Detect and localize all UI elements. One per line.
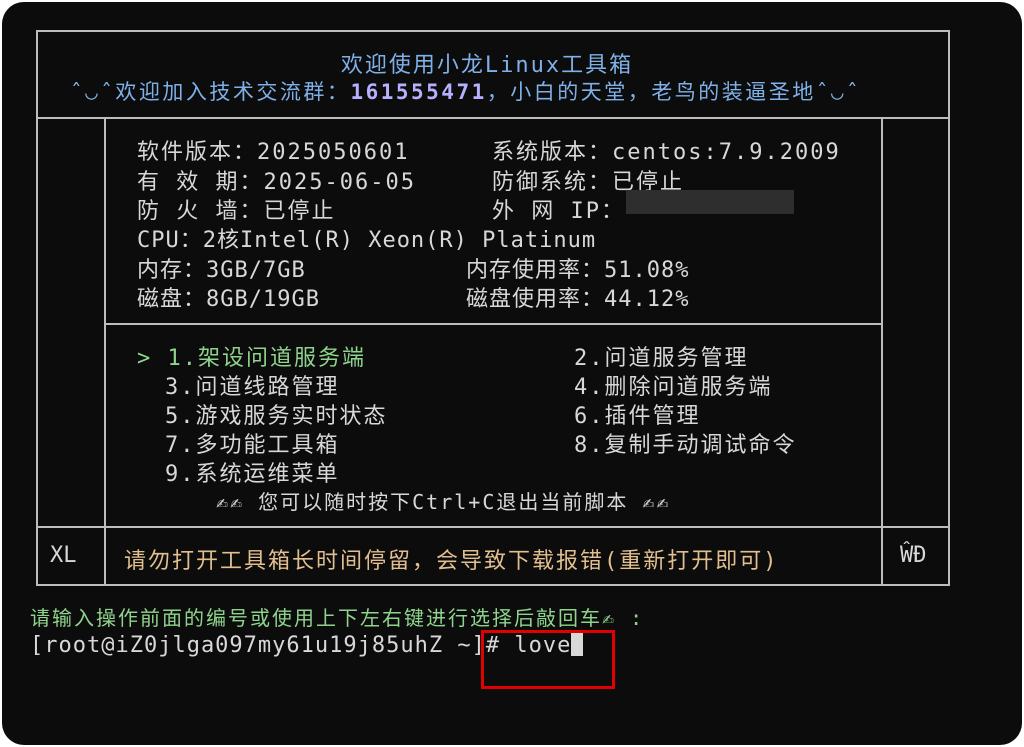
software-version-row: 软件版本：2025050601 [137, 134, 409, 166]
menu-item-6[interactable]: 6.插件管理 [574, 398, 701, 430]
menu-item-7[interactable]: 7.多功能工具箱 [165, 427, 340, 459]
menu-selector-icon: > [137, 346, 153, 371]
public-ip-label: 外 网 IP： [492, 199, 625, 224]
validity-row: 有 效 期：2025-06-05 [137, 164, 416, 196]
highlight-box [481, 630, 615, 689]
cpu-value: 2核Intel(R) Xeon(R) Platinum [202, 228, 597, 253]
disk-value: 8GB/19GB [206, 287, 320, 312]
menu-item-1-label: 1.架设问道服务端 [167, 346, 366, 371]
menu-item-5[interactable]: 5.游戏服务实时状态 [165, 398, 388, 430]
group-number: 161555471 [350, 80, 487, 104]
memory-usage-row: 内存使用率：51.08% [466, 252, 690, 284]
ctrl-c-hint: ✍✍ 您可以随时按下Ctrl+C退出当前脚本 ✍✍ [216, 490, 671, 514]
system-version-row: 系统版本：centos:7.9.2009 [492, 134, 841, 166]
frame-right-inner [881, 119, 883, 586]
firewall-label: 防 火 墙： [137, 199, 264, 224]
menu-item-4[interactable]: 4.删除问道服务端 [574, 369, 773, 401]
divider-menu [104, 323, 882, 325]
disk-label: 磁盘： [137, 287, 207, 312]
memory-value: 3GB/7GB [206, 258, 306, 283]
disk-usage-row: 磁盘使用率：44.12% [466, 281, 690, 313]
validity-value: 2025-06-05 [263, 170, 416, 195]
welcome-prefix: ˆ◡ˆ欢迎加入技术交流群： [70, 80, 351, 104]
divider-header [36, 117, 950, 119]
footer-warning: 请勿打开工具箱长时间停留，会导致下载报错(重新打开即可) [124, 549, 779, 574]
menu-item-1[interactable]: > 1.架设问道服务端 [137, 340, 366, 372]
cpu-row: CPU：2核Intel(R) Xeon(R) Platinum [137, 222, 596, 254]
disk-usage-label: 磁盘使用率： [466, 287, 605, 312]
menu-item-2[interactable]: 2.问道服务管理 [574, 340, 749, 372]
memory-usage-label: 内存使用率： [466, 258, 605, 283]
software-version-label: 软件版本： [137, 140, 258, 165]
footer-left-tag: XL [50, 543, 77, 568]
disk-row: 磁盘：8GB/19GB [137, 281, 320, 313]
firewall-row: 防 火 墙：已停止 [137, 193, 336, 225]
defense-label: 防御系统： [492, 170, 613, 195]
memory-usage-value: 51.08% [604, 258, 690, 283]
frame-left-inner [104, 119, 106, 586]
welcome-line: ˆ◡ˆ欢迎加入技术交流群：161555471，小白的天堂，老鸟的装逼圣地ˆ◡ˆ [70, 76, 861, 106]
welcome-suffix: ，小白的天堂，老鸟的装逼圣地ˆ◡ˆ [486, 80, 862, 104]
footer-right-tag: ŴĐ [900, 543, 927, 568]
public-ip-redacted [626, 190, 794, 214]
terminal-window[interactable]: 欢迎使用小龙Linux工具箱 ˆ◡ˆ欢迎加入技术交流群：161555471，小白… [2, 2, 1022, 745]
memory-row: 内存：3GB/7GB [137, 252, 306, 284]
menu-item-3[interactable]: 3.问道线路管理 [165, 369, 340, 401]
software-version-value: 2025050601 [257, 140, 410, 165]
firewall-value: 已停止 [263, 199, 336, 224]
menu-item-9[interactable]: 9.系统运维菜单 [165, 456, 340, 488]
public-ip-row: 外 网 IP： [492, 193, 625, 225]
disk-usage-value: 44.12% [604, 287, 690, 312]
system-version-label: 系统版本： [492, 140, 613, 165]
validity-label: 有 效 期： [137, 170, 264, 195]
toolbox-title: 欢迎使用小龙Linux工具箱 [340, 53, 634, 78]
cpu-label: CPU： [137, 228, 203, 253]
divider-footer [36, 526, 950, 528]
system-version-value: centos:7.9.2009 [612, 140, 841, 165]
menu-item-8[interactable]: 8.复制手动调试命令 [574, 427, 797, 459]
input-instruction: 请输入操作前面的编号或使用上下左右键进行选择后敲回车✍ : [30, 606, 645, 630]
shell-prompt: [root@iZ0jlga097my61u19j85uhZ ~]# [30, 633, 501, 658]
memory-label: 内存： [137, 258, 207, 283]
